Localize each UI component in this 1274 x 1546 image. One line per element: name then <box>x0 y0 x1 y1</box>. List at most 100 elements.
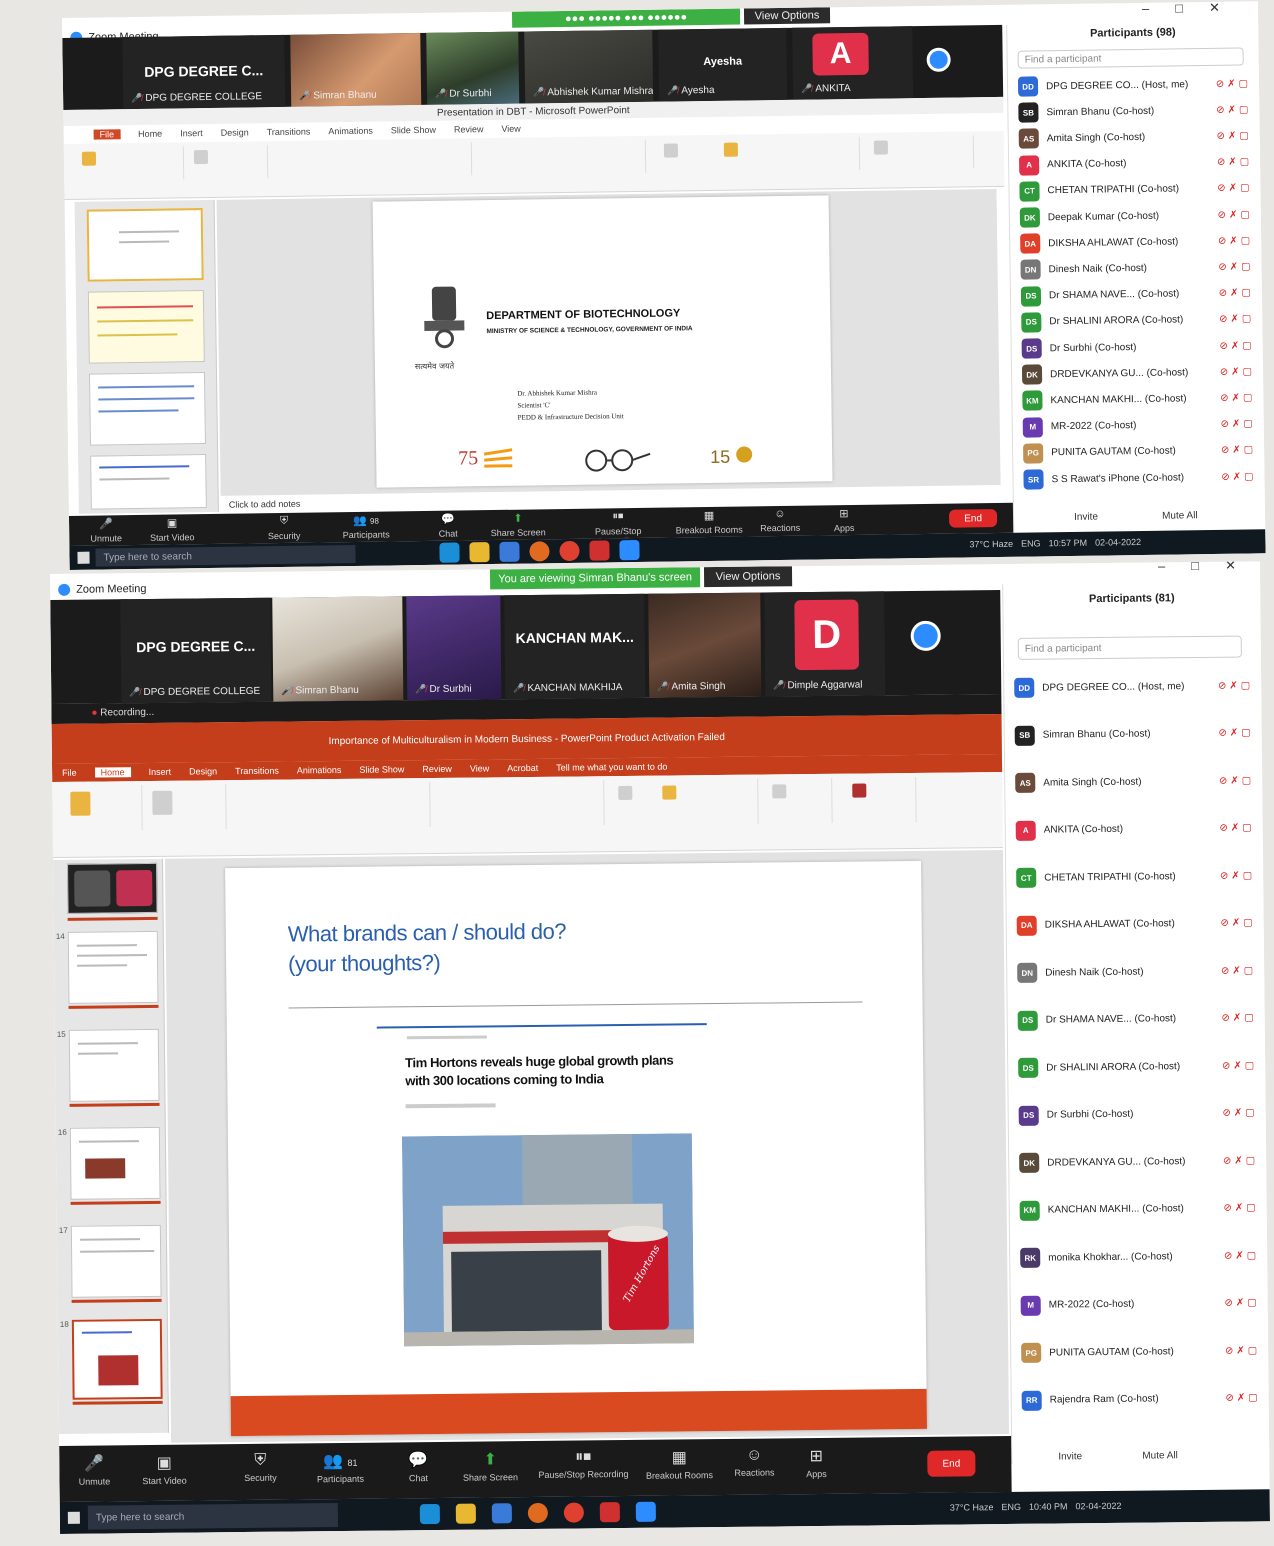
new-slide-icon[interactable] <box>152 790 173 815</box>
maximize-icon[interactable]: □ <box>1191 561 1199 574</box>
participant-row[interactable]: PG PUNITA GAUTAM (Co-host) ⊘✗▢ <box>1021 1340 1260 1363</box>
participant-row[interactable]: PG PUNITA GAUTAM (Co-host) ⊘✗▢ <box>1023 440 1256 464</box>
chrome-icon[interactable] <box>559 540 580 562</box>
tab-view[interactable]: View <box>470 763 489 773</box>
close-icon[interactable]: ✕ <box>1225 561 1236 573</box>
taskbar-search[interactable]: Type here to search <box>95 544 356 567</box>
pause-stop-recording-button[interactable]: ⏸⏹ Pause/Stop Recording <box>533 1448 633 1480</box>
chat-button[interactable]: 💬 Chat <box>383 1450 453 1484</box>
invite-button[interactable]: Invite <box>1074 512 1098 523</box>
edge-icon[interactable] <box>439 542 460 563</box>
end-meeting-button[interactable]: End <box>948 508 998 528</box>
store-icon[interactable] <box>499 541 520 562</box>
arrange-icon[interactable] <box>723 142 739 157</box>
participant-row[interactable]: DN Dinesh Naik (Co-host) ⊘✗▢ <box>1017 960 1256 983</box>
tab-file[interactable]: File <box>62 768 77 778</box>
find-participant-input[interactable]: Find a participant <box>1017 47 1244 69</box>
participant-row[interactable]: AS Amita Singh (Co-host) ⊘✗▢ <box>1015 770 1254 793</box>
firefox-icon[interactable] <box>527 1502 548 1524</box>
video-tile[interactable]: DPG DEGREE C... DPG DEGREE COLLEGE <box>122 34 286 110</box>
video-tile[interactable]: Dr Surbhi <box>426 31 520 105</box>
participant-row[interactable]: DD DPG DEGREE CO... (Host, me) ⊘✗▢ <box>1014 675 1253 698</box>
slide-thumbnail[interactable] <box>70 1224 162 1298</box>
minimize-icon[interactable]: – <box>1142 1 1149 17</box>
participant-row[interactable]: KM KANCHAN MAKHI... (Co-host) ⊘✗▢ <box>1019 1198 1259 1221</box>
chrome-icon[interactable] <box>563 1502 584 1523</box>
tab-view[interactable]: View <box>501 124 520 134</box>
participant-row[interactable]: A ANKITA (Co-host) ⊘✗▢ <box>1019 152 1252 176</box>
participant-row[interactable]: DS Dr SHAMA NAVE... (Co-host) ⊘✗▢ <box>1017 1008 1257 1031</box>
participant-row[interactable]: DK Deepak Kumar (Co-host) ⊘✗▢ <box>1019 204 1253 228</box>
video-tile[interactable]: Simran Bhanu <box>290 32 422 107</box>
unmute-button[interactable]: 🎤 Unmute <box>71 517 141 544</box>
slide-thumbnail[interactable] <box>71 1318 163 1400</box>
find-icon[interactable] <box>873 140 888 155</box>
tab-animations[interactable]: Animations <box>297 765 342 775</box>
tell-me-box[interactable]: Tell me what you want to do <box>556 762 667 773</box>
participants-button[interactable]: 👥 81 Participants <box>305 1451 375 1485</box>
video-tile[interactable]: D Dimple Aggarwal <box>764 591 886 697</box>
participant-row[interactable]: CT CHETAN TRIPATHI (Co-host) ⊘✗▢ <box>1019 178 1253 202</box>
slide-thumbnail[interactable] <box>87 290 205 364</box>
participant-row[interactable]: KM KANCHAN MAKHI... (Co-host) ⊘✗▢ <box>1022 388 1255 412</box>
participant-row[interactable]: RK monika Khokhar... (Co-host) ⊘✗▢ <box>1020 1245 1259 1268</box>
top-notes-placeholder[interactable]: Click to add notes <box>229 499 301 510</box>
video-tile[interactable]: Abhishek Kumar Mishra <box>524 29 654 104</box>
participant-row[interactable]: DK DRDEVKANYA GU... (Co-host) ⊘✗▢ <box>1019 1150 1258 1173</box>
participant-row[interactable]: DK DRDEVKANYA GU... (Co-host) ⊘✗▢ <box>1021 362 1255 385</box>
participant-row[interactable]: DS Dr SHALINI ARORA (Co-host) ⊘✗▢ <box>1018 1055 1257 1078</box>
participant-row[interactable]: DA DIKSHA AHLAWAT (Co-host) ⊘✗▢ <box>1020 231 1253 254</box>
participant-row[interactable]: M MR-2022 (Co-host) ⊘✗▢ <box>1020 1293 1260 1316</box>
apps-button[interactable]: ⊞ Apps <box>781 1446 851 1480</box>
slide-thumbnail[interactable] <box>90 454 207 510</box>
participant-row[interactable]: A ANKITA (Co-host) ⊘✗▢ <box>1015 818 1255 841</box>
video-tile[interactable]: DPG DEGREE C... DPG DEGREE COLLEGE <box>120 597 272 704</box>
next-page-icon[interactable] <box>910 620 941 651</box>
bottom-slide[interactable]: What brands can / should do? (your thoug… <box>225 860 927 1437</box>
tab-transitions[interactable]: Transitions <box>235 766 279 776</box>
tab-review[interactable]: Review <box>422 764 452 774</box>
chat-button[interactable]: 💬 Chat <box>413 512 483 539</box>
breakout-rooms-button[interactable]: ▦ Breakout Rooms <box>637 1447 721 1481</box>
video-tile[interactable]: A ANKITA <box>792 26 914 100</box>
participant-row[interactable]: AS Amita Singh (Co-host) ⊘✗▢ <box>1018 126 1252 150</box>
participant-row[interactable]: RR Rajendra Ram (Co-host) ⊘✗▢ <box>1021 1388 1261 1411</box>
slide-thumbnail[interactable] <box>67 862 158 914</box>
participant-row[interactable]: DS Dr Surbhi (Co-host) ⊘✗▢ <box>1021 335 1255 359</box>
tab-acrobat[interactable]: Acrobat <box>507 763 538 773</box>
shapes-icon[interactable] <box>663 143 679 158</box>
paste-icon[interactable] <box>81 151 97 166</box>
mute-all-button[interactable]: Mute All <box>1162 510 1198 521</box>
share-screen-button[interactable]: ⬆ Share Screen <box>455 1449 525 1483</box>
security-button[interactable]: ⛨ Security <box>225 1451 295 1483</box>
mute-all-button[interactable]: Mute All <box>1142 1450 1178 1461</box>
zoom-taskbar-icon[interactable] <box>619 539 640 561</box>
close-icon[interactable]: ✕ <box>1209 1 1220 16</box>
find-participant-input[interactable]: Find a participant <box>1017 635 1242 660</box>
tab-home[interactable]: Home <box>138 129 162 139</box>
slide-thumbnail[interactable] <box>67 930 159 1004</box>
video-tile[interactable]: KANCHAN MAK... KANCHAN MAKHIJA <box>504 593 646 700</box>
reactions-button[interactable]: ☺ Reactions <box>745 508 815 534</box>
breakout-rooms-button[interactable]: ▦ Breakout Rooms <box>669 508 749 536</box>
tab-home[interactable]: Home <box>94 767 131 778</box>
shapes-icon[interactable] <box>618 785 633 801</box>
tab-animations[interactable]: Animations <box>328 126 373 137</box>
slide-thumbnail[interactable] <box>88 372 206 446</box>
participant-row[interactable]: DD DPG DEGREE CO... (Host, me) ⊘✗▢ <box>1017 73 1251 97</box>
tab-review[interactable]: Review <box>454 124 484 134</box>
firefox-icon[interactable] <box>529 541 550 562</box>
create-pdf-icon[interactable] <box>852 783 867 798</box>
participant-row[interactable]: DS Dr SHAMA NAVE... (Co-host) ⊘✗▢ <box>1020 283 1254 307</box>
taskbar-search[interactable]: Type here to search <box>87 1503 338 1530</box>
zoom-taskbar-icon[interactable] <box>635 1501 656 1522</box>
next-page-icon[interactable] <box>926 47 951 72</box>
video-tile[interactable]: Dr Surbhi <box>406 595 502 701</box>
share-screen-button[interactable]: ⬆ Share Screen <box>483 511 553 538</box>
tab-file[interactable]: File <box>93 129 121 140</box>
video-tile[interactable]: Amita Singh <box>648 592 762 698</box>
maximize-icon[interactable]: □ <box>1175 1 1183 16</box>
slide-thumbnail[interactable] <box>68 1028 160 1102</box>
top-view-options[interactable]: View Options <box>743 7 831 25</box>
start-video-button[interactable]: ▣ Start Video <box>137 516 207 543</box>
